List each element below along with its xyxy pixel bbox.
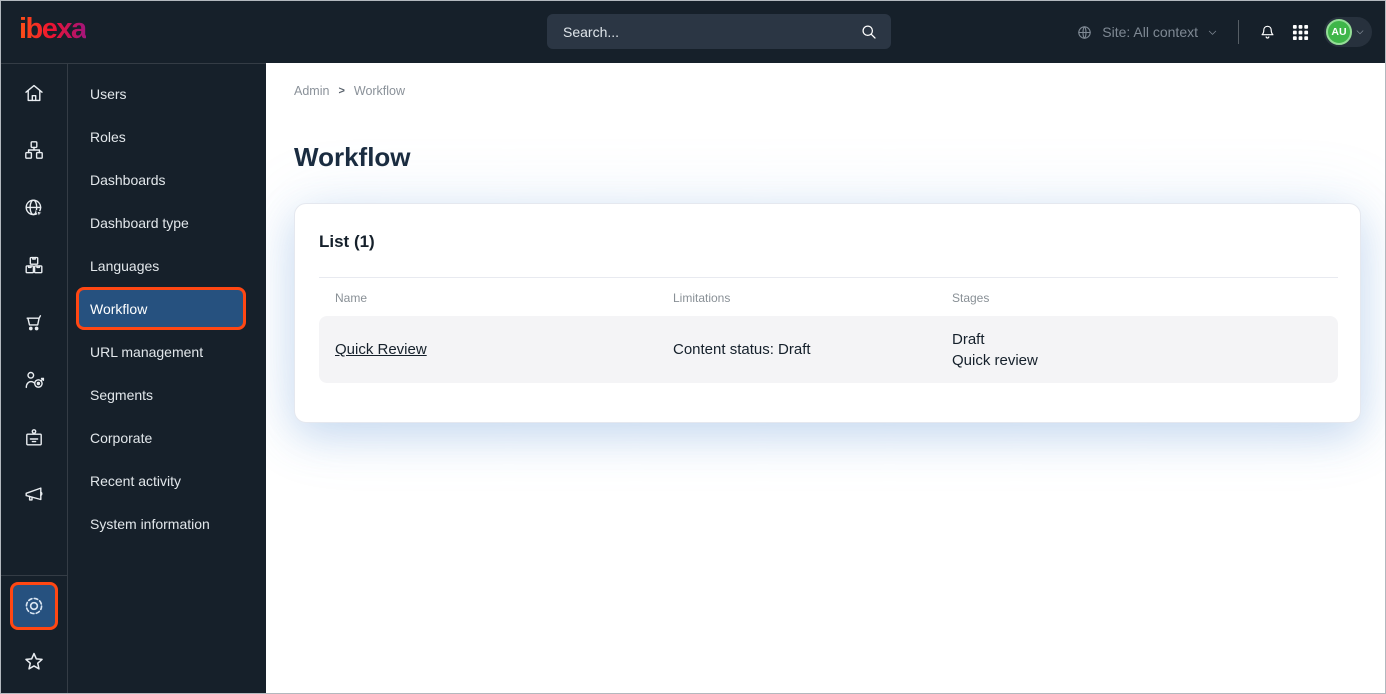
breadcrumb-separator: >: [338, 85, 345, 97]
rail-bottom-group: [1, 575, 67, 693]
sidebar-item-url-management[interactable]: URL management: [68, 330, 266, 373]
icon-rail: [1, 64, 68, 693]
avatar-chevron-down-icon: [1354, 26, 1366, 38]
body: Users Roles Dashboards Dashboard type La…: [1, 63, 1385, 693]
main-content: Admin > Workflow Workflow List (1) Name …: [266, 63, 1385, 693]
column-header-name: Name: [335, 291, 368, 305]
workflow-name-link[interactable]: Quick Review: [335, 341, 427, 358]
rail-item-product-catalog[interactable]: [1, 237, 67, 295]
topbar-right-cluster: Site: All context AU: [1075, 1, 1372, 63]
rail-item-commerce[interactable]: [1, 294, 67, 352]
table-header: Name Limitations Stages: [319, 278, 1338, 316]
rail-item-content-tree[interactable]: [1, 122, 67, 180]
rail-item-home[interactable]: [1, 64, 67, 122]
page-title: Workflow: [294, 142, 411, 172]
customers-target-icon: [22, 368, 46, 392]
chevron-down-icon: [1206, 26, 1219, 39]
rail-item-corporate[interactable]: [1, 409, 67, 467]
app-grid-icon[interactable]: [1292, 24, 1309, 41]
table-row: Quick Review Content status: Draft Draft…: [319, 316, 1338, 383]
breadcrumb: Admin > Workflow: [294, 84, 1361, 98]
workflow-stages: Draft Quick review: [952, 329, 1338, 371]
home-icon: [22, 81, 46, 105]
column-header-limitations: Limitations: [673, 291, 731, 305]
sidebar-item-segments[interactable]: Segments: [68, 373, 266, 416]
topbar-divider: [1238, 20, 1239, 44]
column-header-stages: Stages: [952, 291, 990, 305]
ibexa-logo[interactable]: ibexa: [19, 13, 87, 46]
search-icon[interactable]: [859, 22, 879, 42]
site-globe-cursor-icon: [22, 196, 46, 220]
sidebar-item-dashboard-type[interactable]: Dashboard type: [68, 201, 266, 244]
cart-icon: [22, 311, 46, 335]
sidebar-item-languages[interactable]: Languages: [68, 244, 266, 287]
notifications-bell-icon[interactable]: [1258, 23, 1277, 42]
sidebar-item-corporate[interactable]: Corporate: [68, 416, 266, 459]
rail-item-site[interactable]: [1, 179, 67, 237]
stage-quick-review: Quick review: [952, 351, 1038, 369]
admin-menu: Users Roles Dashboards Dashboard type La…: [68, 64, 266, 693]
rail-item-customers[interactable]: [1, 352, 67, 410]
search-input[interactable]: [563, 23, 859, 40]
rail-item-admin-settings[interactable]: [10, 582, 58, 630]
user-menu[interactable]: AU: [1324, 17, 1372, 47]
breadcrumb-admin[interactable]: Admin: [294, 84, 329, 98]
app-window: ibexa Site: All context: [0, 0, 1386, 694]
sidebar-item-recent-activity[interactable]: Recent activity: [68, 459, 266, 502]
sidebar: Users Roles Dashboards Dashboard type La…: [1, 63, 266, 693]
sidebar-item-users[interactable]: Users: [68, 72, 266, 115]
workflow-list-card: List (1) Name Limitations Stages Quick R…: [294, 203, 1361, 423]
sidebar-item-roles[interactable]: Roles: [68, 115, 266, 158]
breadcrumb-workflow[interactable]: Workflow: [354, 84, 405, 98]
site-context-selector[interactable]: Site: All context: [1075, 23, 1219, 42]
site-selector-label: Site: All context: [1102, 24, 1198, 40]
product-catalog-icon: [22, 253, 46, 277]
stage-draft: Draft: [952, 330, 985, 348]
top-bar: ibexa Site: All context: [1, 1, 1385, 63]
settings-gear-icon: [21, 593, 47, 619]
sidebar-item-workflow[interactable]: Workflow: [76, 287, 246, 330]
workflow-limitations: Content status: Draft: [673, 341, 811, 358]
avatar[interactable]: AU: [1326, 19, 1352, 45]
megaphone-icon: [22, 483, 46, 507]
site-globe-icon: [1075, 23, 1094, 42]
sidebar-item-system-information[interactable]: System information: [68, 502, 266, 545]
rail-item-bookmarks[interactable]: [10, 639, 58, 685]
list-card-title: List (1): [319, 232, 375, 251]
sidebar-item-dashboards[interactable]: Dashboards: [68, 158, 266, 201]
rail-item-marketing[interactable]: [1, 467, 67, 525]
corporate-badge-icon: [22, 426, 46, 450]
content-tree-icon: [22, 138, 46, 162]
global-search[interactable]: [547, 14, 891, 49]
star-icon: [21, 649, 47, 675]
